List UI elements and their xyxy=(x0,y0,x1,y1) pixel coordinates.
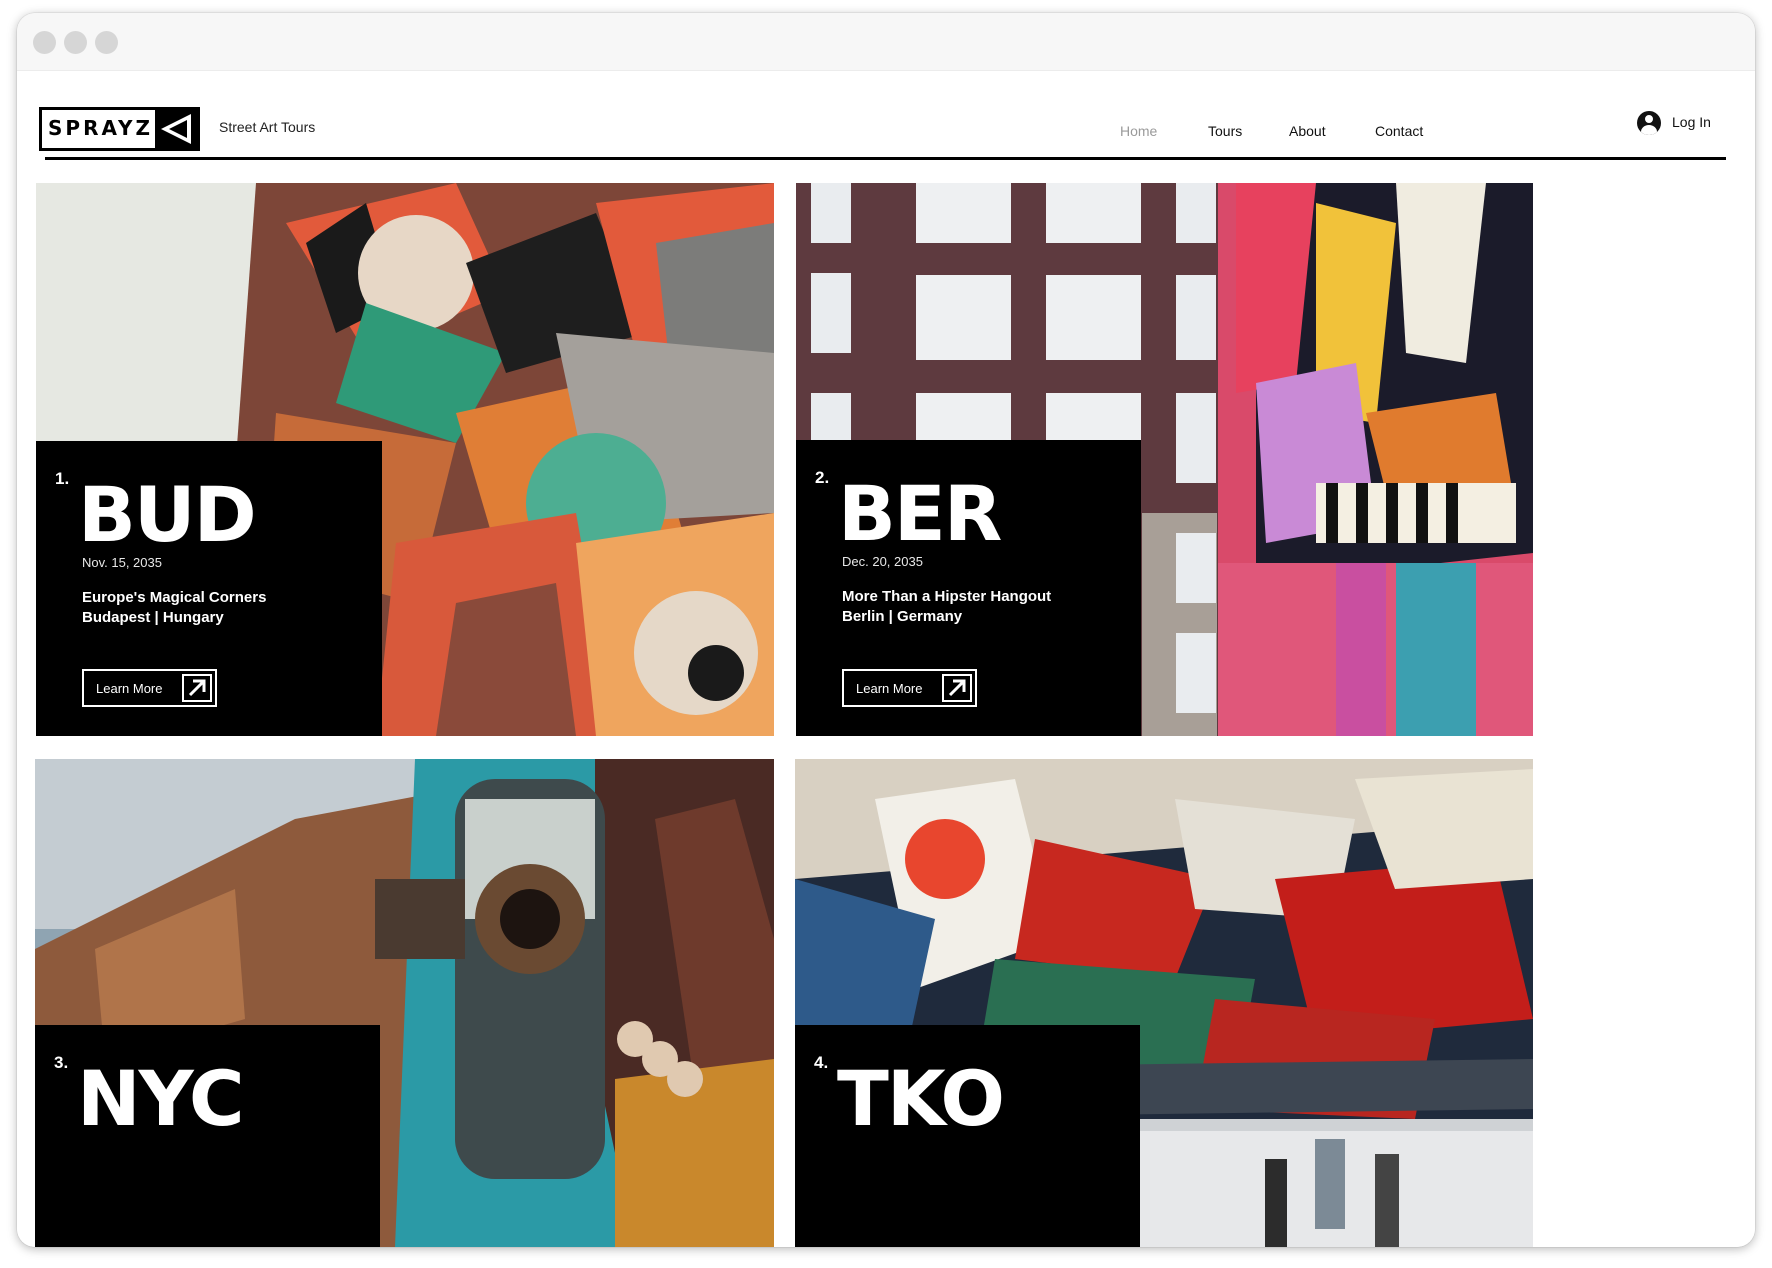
tour-code: BUD xyxy=(78,470,257,559)
tour-card: 4. TKO xyxy=(795,1025,1140,1247)
tour-card: 2. BER Dec. 20, 2035 More Than a Hipster… xyxy=(796,440,1141,736)
window-minimize-button[interactable] xyxy=(64,31,87,54)
tour-number: 4. xyxy=(814,1053,829,1072)
arrow-up-right-icon xyxy=(942,674,972,702)
browser-titlebar xyxy=(17,13,1755,71)
nav-contact[interactable]: Contact xyxy=(1375,123,1423,139)
window-zoom-button[interactable] xyxy=(95,31,118,54)
learn-more-button[interactable]: Learn More xyxy=(82,669,217,707)
browser-window: SPRAYZ Street Art Tours Home Tours About… xyxy=(17,13,1755,1247)
tour-tile-bud[interactable]: 1. BUD Nov. 15, 2035 Europe's Magical Co… xyxy=(36,183,774,736)
tour-code: NYC xyxy=(77,1054,245,1143)
nav-about[interactable]: About xyxy=(1289,123,1326,139)
tour-card: 3. NYC xyxy=(35,1025,380,1247)
tour-subtitle-line2: Berlin | Germany xyxy=(842,608,963,625)
tour-tile-ber[interactable]: 2. BER Dec. 20, 2035 More Than a Hipster… xyxy=(796,183,1533,736)
tour-date: Dec. 20, 2035 xyxy=(842,554,923,569)
tour-date: Nov. 15, 2035 xyxy=(82,555,162,570)
header-divider xyxy=(45,157,1726,160)
tour-code: BER xyxy=(838,469,1002,558)
learn-more-label: Learn More xyxy=(856,680,923,696)
nav-home[interactable]: Home xyxy=(1120,123,1157,139)
tour-number: 2. xyxy=(815,468,830,487)
tour-code: TKO xyxy=(837,1054,1005,1143)
user-avatar-icon xyxy=(1637,111,1661,135)
nav-tours[interactable]: Tours xyxy=(1208,123,1242,139)
site-logo[interactable]: SPRAYZ xyxy=(39,107,200,151)
triangle-flag-icon xyxy=(155,110,197,148)
site-tagline: Street Art Tours xyxy=(219,119,316,135)
tour-number: 1. xyxy=(55,469,70,488)
tour-tile-tko[interactable]: 4. TKO xyxy=(795,759,1533,1247)
login-label: Log In xyxy=(1672,114,1711,130)
learn-more-button[interactable]: Learn More xyxy=(842,669,977,707)
learn-more-label: Learn More xyxy=(96,680,163,696)
tour-subtitle-line1: More Than a Hipster Hangout xyxy=(842,588,1052,605)
tour-subtitle-line1: Europe's Magical Corners xyxy=(82,589,267,606)
tour-tile-nyc[interactable]: 3. NYC xyxy=(35,759,774,1247)
logo-text: SPRAYZ xyxy=(48,116,154,140)
arrow-up-right-icon xyxy=(182,674,212,702)
tour-number: 3. xyxy=(54,1053,69,1072)
tour-card: 1. BUD Nov. 15, 2035 Europe's Magical Co… xyxy=(36,441,382,736)
window-close-button[interactable] xyxy=(33,31,56,54)
page: SPRAYZ Street Art Tours Home Tours About… xyxy=(17,71,1755,1247)
tour-subtitle-line2: Budapest | Hungary xyxy=(82,609,224,626)
